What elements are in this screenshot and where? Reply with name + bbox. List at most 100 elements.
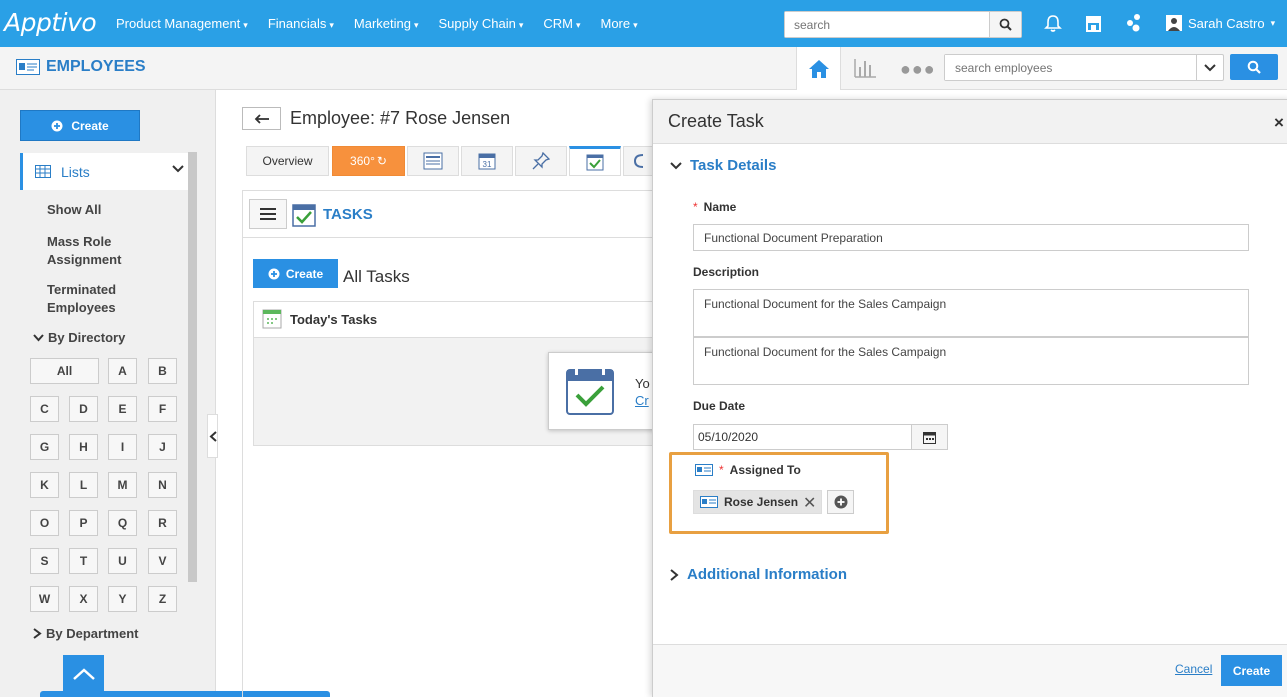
name-label: * Name [693,200,737,214]
menu-toggle-button[interactable] [249,199,287,229]
global-search-input[interactable] [785,12,990,37]
search-icon [999,18,1012,31]
chevron-right-icon [670,568,679,581]
create-button[interactable]: Create [1221,655,1282,686]
calendar-icon [923,431,936,444]
tab-overview[interactable]: Overview [246,146,329,176]
directory-letter-y[interactable]: Y [108,586,137,612]
notes-icon [423,152,443,170]
nav-supply-chain[interactable]: Supply Chain ▾ [439,16,524,31]
add-assignee-button[interactable] [827,490,854,514]
reports-button[interactable] [853,57,877,82]
directory-letter-l[interactable]: L [69,472,98,498]
sidebar-item-show-all[interactable]: Show All [47,201,101,219]
scroll-top-button[interactable] [63,655,104,693]
name-input[interactable] [693,224,1249,251]
bell-icon[interactable] [1042,12,1064,34]
directory-letter-k[interactable]: K [30,472,59,498]
search-dropdown-button[interactable] [1196,55,1223,80]
directory-letter-d[interactable]: D [69,396,98,422]
nav-financials[interactable]: Financials ▾ [268,16,334,31]
directory-letter-i[interactable]: I [108,434,137,460]
date-picker-button[interactable] [911,424,948,450]
nav-more[interactable]: More ▾ [601,16,638,31]
additional-information-toggle[interactable]: Additional Information [670,566,847,583]
chevron-down-icon [1204,63,1216,71]
home-button[interactable] [796,47,841,90]
close-icon[interactable]: × [1274,113,1284,133]
directory-letter-o[interactable]: O [30,510,59,536]
description-input[interactable]: Functional Document for the Sales Campai… [693,289,1249,337]
user-menu[interactable]: Sarah Castro ▾ [1166,15,1275,31]
top-menu: Product Management ▾ Financials ▾ Marketin… [116,0,658,47]
directory-letter-w[interactable]: W [30,586,59,612]
directory-letter-t[interactable]: T [69,548,98,574]
directory-letter-r[interactable]: R [148,510,177,536]
directory-letter-m[interactable]: M [108,472,137,498]
search-icon [1247,60,1261,74]
directory-all[interactable]: All [30,358,99,384]
sidebar-lists[interactable]: Lists [20,153,188,190]
directory-letter-b[interactable]: B [148,358,177,384]
directory-letter-e[interactable]: E [108,396,137,422]
tab-tasks[interactable] [569,146,621,176]
directory-letter-f[interactable]: F [148,396,177,422]
search-button[interactable] [989,12,1021,37]
arrow-left-icon [254,113,269,124]
more-options-icon[interactable]: ●●● [900,59,936,80]
tab-pin[interactable] [515,146,567,176]
sidebar-create-button[interactable]: Create [20,110,140,141]
hamburger-icon [260,208,276,220]
nav-marketing[interactable]: Marketing ▾ [354,16,419,31]
sidebar-collapse-button[interactable] [207,414,218,458]
plus-circle-icon [51,120,63,131]
directory-letter-h[interactable]: H [69,434,98,460]
employee-search-input[interactable] [945,55,1195,80]
employee-title: Employee: #7 Rose Jensen [290,108,511,128]
description-preview[interactable]: Functional Document for the Sales Campai… [693,337,1249,385]
directory-letter-g[interactable]: G [30,434,59,460]
directory-letter-v[interactable]: V [148,548,177,574]
directory-letter-q[interactable]: Q [108,510,137,536]
directory-letter-s[interactable]: S [30,548,59,574]
employee-search [944,54,1224,81]
task-details-toggle[interactable]: Task Details [670,157,776,174]
directory-letter-j[interactable]: J [148,434,177,460]
remove-assignee-icon[interactable]: ✕ [803,493,816,513]
tab-calls[interactable] [623,146,653,176]
directory-letter-p[interactable]: P [69,510,98,536]
empty-state-create-link[interactable]: Cr [635,392,650,409]
sidebar-item-terminated-employees[interactable]: Terminated Employees [47,281,147,317]
directory-letter-u[interactable]: U [108,548,137,574]
nav-product-management[interactable]: Product Management ▾ [116,16,248,31]
due-date-input[interactable] [693,424,912,450]
tab-360[interactable]: 360° ↻ [332,146,405,176]
by-directory-toggle[interactable]: By Directory [33,330,125,345]
directory-letter-z[interactable]: Z [148,586,177,612]
top-navbar: Apptivo Product Management ▾ Financials ▾ … [0,0,1287,47]
tab-calendar[interactable]: 31 [461,146,513,176]
nav-crm[interactable]: CRM ▾ [543,16,580,31]
chevron-up-icon [72,668,95,680]
directory-letter-n[interactable]: N [148,472,177,498]
create-task-button[interactable]: Create [253,259,338,288]
apptivo-logo[interactable]: Apptivo [4,8,97,37]
cancel-button[interactable]: Cancel [1175,662,1212,676]
tab-notes[interactable] [407,146,459,176]
store-icon[interactable] [1082,12,1104,34]
sidebar-scrollbar[interactable] [188,152,197,582]
directory-letter-c[interactable]: C [30,396,59,422]
directory-letter-a[interactable]: A [108,358,137,384]
back-button[interactable] [242,107,281,130]
svg-text:31: 31 [483,160,492,169]
assignee-name: Rose Jensen [724,495,799,509]
directory-letter-x[interactable]: X [69,586,98,612]
by-department-toggle[interactable]: By Department [33,626,138,641]
apps-icon[interactable] [1122,12,1144,34]
chevron-down-icon [670,161,682,169]
employee-search-button[interactable] [1230,54,1278,80]
sidebar-item-mass-role-assignment[interactable]: Mass Role Assignment [47,233,147,269]
employee-card-icon [16,59,40,75]
module-title[interactable]: EMPLOYEES [16,58,146,76]
user-name: Sarah Castro [1188,15,1265,31]
